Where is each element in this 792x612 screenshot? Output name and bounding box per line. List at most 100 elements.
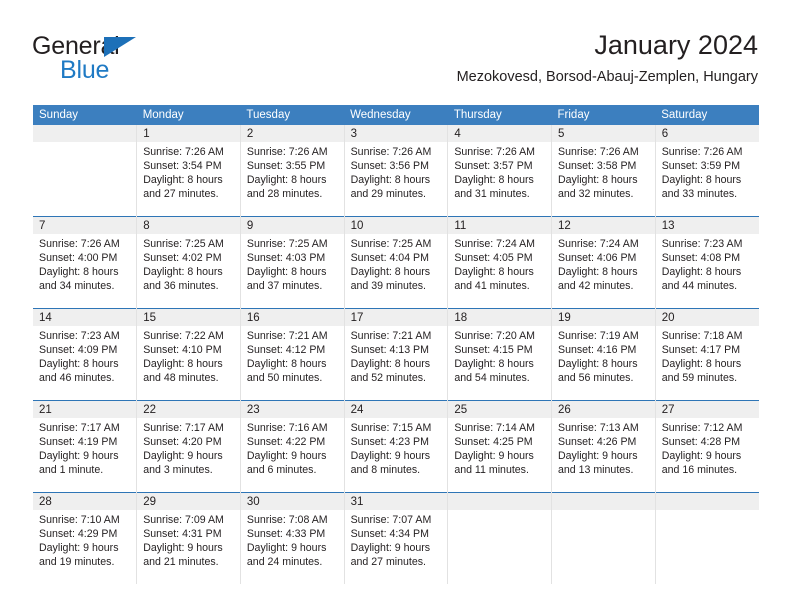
daylight-text-line2: and 39 minutes. [350,280,426,293]
calendar-day-cell[interactable]: 18 Sunrise: 7:20 AM Sunset: 4:15 PM Dayligh… [447,308,552,401]
calendar-week-row: 28 Sunrise: 7:10 AM Sunset: 4:29 PM Dayligh… [33,492,759,584]
calendar-day-cell[interactable]: 24 Sunrise: 7:15 AM Sunset: 4:23 PM Dayligh… [343,400,448,493]
logo-flag-icon [104,37,136,57]
sunrise-text: Sunrise: 7:25 AM [246,238,328,250]
calendar-day-cell[interactable]: 20 Sunrise: 7:18 AM Sunset: 4:17 PM Dayligh… [654,308,759,401]
day-number: 9 [240,217,344,234]
calendar-day-cell[interactable]: 22 Sunrise: 7:17 AM Sunset: 4:20 PM Dayligh… [136,400,241,493]
sunrise-text: Sunrise: 7:26 AM [39,238,120,250]
day-details: Sunrise: 7:18 AM Sunset: 4:17 PM Daylight:… [656,326,759,385]
daylight-text-line1: Daylight: 9 hours [558,450,638,463]
sunset-text: Sunset: 4:31 PM [143,528,222,541]
calendar-day-cell[interactable]: 11 Sunrise: 7:24 AM Sunset: 4:05 PM Dayligh… [447,216,552,309]
sunrise-text: Sunrise: 7:13 AM [558,422,639,434]
daylight-text-line2: and 34 minutes. [39,280,115,293]
day-number: 1 [137,125,240,142]
calendar-day-cell[interactable]: 26 Sunrise: 7:13 AM Sunset: 4:26 PM Dayligh… [551,400,656,493]
daylight-text-line1: Daylight: 8 hours [454,174,534,187]
day-number: 20 [655,309,759,326]
day-details: Sunrise: 7:23 AM Sunset: 4:09 PM Daylight:… [33,326,136,385]
sunset-text: Sunset: 3:55 PM [246,160,326,173]
day-details: Sunrise: 7:12 AM Sunset: 4:28 PM Daylight:… [656,418,759,477]
day-details: Sunrise: 7:21 AM Sunset: 4:13 PM Daylight:… [345,326,448,385]
title-block: January 2024 Mezokovesd, Borsod-Abauj-Ze… [457,28,758,87]
day-details: Sunrise: 7:07 AM Sunset: 4:34 PM Daylight:… [345,510,448,569]
calendar-day-cell[interactable]: 3 Sunrise: 7:26 AM Sunset: 3:56 PM Daylight… [343,125,448,217]
calendar-day-cell[interactable]: 15 Sunrise: 7:22 AM Sunset: 4:10 PM Dayligh… [136,308,241,401]
day-number [552,493,655,510]
sunset-text: Sunset: 4:23 PM [350,436,429,449]
day-number: 26 [552,401,655,418]
sunrise-text: Sunrise: 7:18 AM [661,330,743,342]
sunrise-text: Sunrise: 7:26 AM [143,146,224,158]
calendar-header-row: Sunday Monday Tuesday Wednesday Thursday Frid… [33,105,759,125]
day-details: Sunrise: 7:14 AM Sunset: 4:25 PM Daylight:… [448,418,551,477]
daylight-text-line2: and 54 minutes. [454,372,530,385]
day-cell-inner: 28 Sunrise: 7:10 AM Sunset: 4:29 PM Dayligh… [33,493,137,584]
calendar-day-cell[interactable]: 2 Sunrise: 7:26 AM Sunset: 3:55 PM Daylight… [239,125,345,217]
day-cell-inner: 6 Sunrise: 7:26 AM Sunset: 3:59 PM Daylight… [655,125,759,216]
day-details: Sunrise: 7:22 AM Sunset: 4:10 PM Daylight:… [137,326,240,385]
calendar-day-cell[interactable]: 27 Sunrise: 7:12 AM Sunset: 4:28 PM Dayligh… [654,400,759,493]
sunrise-text: Sunrise: 7:26 AM [454,146,535,158]
day-cell-inner: 27 Sunrise: 7:12 AM Sunset: 4:28 PM Dayligh… [655,401,759,492]
calendar-day-cell[interactable]: 1 Sunrise: 7:26 AM Sunset: 3:54 PM Daylight… [136,125,241,217]
calendar-day-cell[interactable]: 6 Sunrise: 7:26 AM Sunset: 3:59 PM Daylight… [654,125,759,217]
weekday-header-thursday: Thursday [447,105,552,125]
calendar-day-cell[interactable]: 9 Sunrise: 7:25 AM Sunset: 4:03 PM Daylight… [239,216,345,309]
calendar-day-cell[interactable]: 4 Sunrise: 7:26 AM Sunset: 3:57 PM Daylight… [447,125,552,217]
sunset-text: Sunset: 4:17 PM [661,344,741,357]
calendar-day-cell[interactable]: 28 Sunrise: 7:10 AM Sunset: 4:29 PM Dayligh… [33,492,137,584]
daylight-text-line1: Daylight: 9 hours [246,542,327,555]
daylight-text-line2: and 19 minutes. [39,556,115,569]
day-cell-inner: 25 Sunrise: 7:14 AM Sunset: 4:25 PM Dayligh… [448,401,552,492]
calendar-day-cell[interactable]: 23 Sunrise: 7:16 AM Sunset: 4:22 PM Dayligh… [239,400,345,493]
daylight-text-line1: Daylight: 8 hours [558,358,638,371]
day-details: Sunrise: 7:25 AM Sunset: 4:04 PM Daylight:… [345,234,448,293]
day-number: 7 [33,217,137,234]
daylight-text-line2: and 16 minutes. [661,464,738,477]
calendar-day-cell[interactable]: 7 Sunrise: 7:26 AM Sunset: 4:00 PM Daylight… [33,216,137,309]
day-cell-inner: 11 Sunrise: 7:24 AM Sunset: 4:05 PM Dayligh… [448,217,552,308]
day-number: 27 [655,401,759,418]
calendar-day-cell[interactable]: 21 Sunrise: 7:17 AM Sunset: 4:19 PM Dayligh… [33,400,137,493]
daylight-text-line2: and 36 minutes. [143,280,219,293]
daylight-text-line2: and 24 minutes. [246,556,323,569]
calendar-day-cell[interactable]: 29 Sunrise: 7:09 AM Sunset: 4:31 PM Dayligh… [136,492,241,584]
calendar-day-cell[interactable]: 12 Sunrise: 7:24 AM Sunset: 4:06 PM Dayligh… [551,216,656,309]
sunrise-text: Sunrise: 7:17 AM [143,422,224,434]
calendar-day-cell[interactable]: 10 Sunrise: 7:25 AM Sunset: 4:04 PM Dayligh… [343,216,448,309]
sunrise-text: Sunrise: 7:22 AM [143,330,224,342]
calendar-day-cell[interactable]: 14 Sunrise: 7:23 AM Sunset: 4:09 PM Dayligh… [33,308,137,401]
day-number [448,493,552,510]
daylight-text-line2: and 48 minutes. [143,372,219,385]
day-cell-inner: 10 Sunrise: 7:25 AM Sunset: 4:04 PM Dayligh… [344,217,448,308]
sunset-text: Sunset: 4:03 PM [246,252,326,265]
day-cell-inner: 5 Sunrise: 7:26 AM Sunset: 3:58 PM Daylight… [552,125,655,216]
day-cell-inner: 22 Sunrise: 7:17 AM Sunset: 4:20 PM Dayligh… [137,401,240,492]
daylight-text-line1: Daylight: 8 hours [454,358,534,371]
daylight-text-line1: Daylight: 8 hours [558,174,638,187]
calendar-day-cell[interactable]: 5 Sunrise: 7:26 AM Sunset: 3:58 PM Daylight… [551,125,656,217]
calendar-day-cell[interactable]: 31 Sunrise: 7:07 AM Sunset: 4:34 PM Dayligh… [343,492,448,584]
day-details: Sunrise: 7:23 AM Sunset: 4:08 PM Daylight:… [656,234,759,293]
sunset-text: Sunset: 3:54 PM [143,160,222,173]
sunrise-text: Sunrise: 7:26 AM [350,146,432,158]
calendar-day-cell[interactable]: 30 Sunrise: 7:08 AM Sunset: 4:33 PM Dayligh… [239,492,345,584]
daylight-text-line2: and 6 minutes. [246,464,317,477]
calendar-day-cell[interactable]: 19 Sunrise: 7:19 AM Sunset: 4:16 PM Dayligh… [551,308,656,401]
calendar-day-cell[interactable]: 17 Sunrise: 7:21 AM Sunset: 4:13 PM Dayligh… [343,308,448,401]
sunrise-text: Sunrise: 7:20 AM [454,330,535,342]
calendar-body: 1 Sunrise: 7:26 AM Sunset: 3:54 PM Daylight… [33,125,759,584]
calendar-day-cell[interactable]: 13 Sunrise: 7:23 AM Sunset: 4:08 PM Dayligh… [654,216,759,309]
day-cell-inner: 24 Sunrise: 7:15 AM Sunset: 4:23 PM Dayligh… [344,401,448,492]
calendar-day-cell[interactable]: 8 Sunrise: 7:25 AM Sunset: 4:02 PM Daylight… [136,216,241,309]
sunrise-text: Sunrise: 7:07 AM [350,514,432,526]
calendar-day-cell-empty [551,492,656,584]
daylight-text-line2: and 46 minutes. [39,372,115,385]
day-number: 21 [33,401,137,418]
calendar-day-cell[interactable]: 16 Sunrise: 7:21 AM Sunset: 4:12 PM Dayligh… [239,308,345,401]
day-number: 16 [240,309,344,326]
daylight-text-line2: and 31 minutes. [454,188,530,201]
calendar-day-cell[interactable]: 25 Sunrise: 7:14 AM Sunset: 4:25 PM Dayligh… [447,400,552,493]
